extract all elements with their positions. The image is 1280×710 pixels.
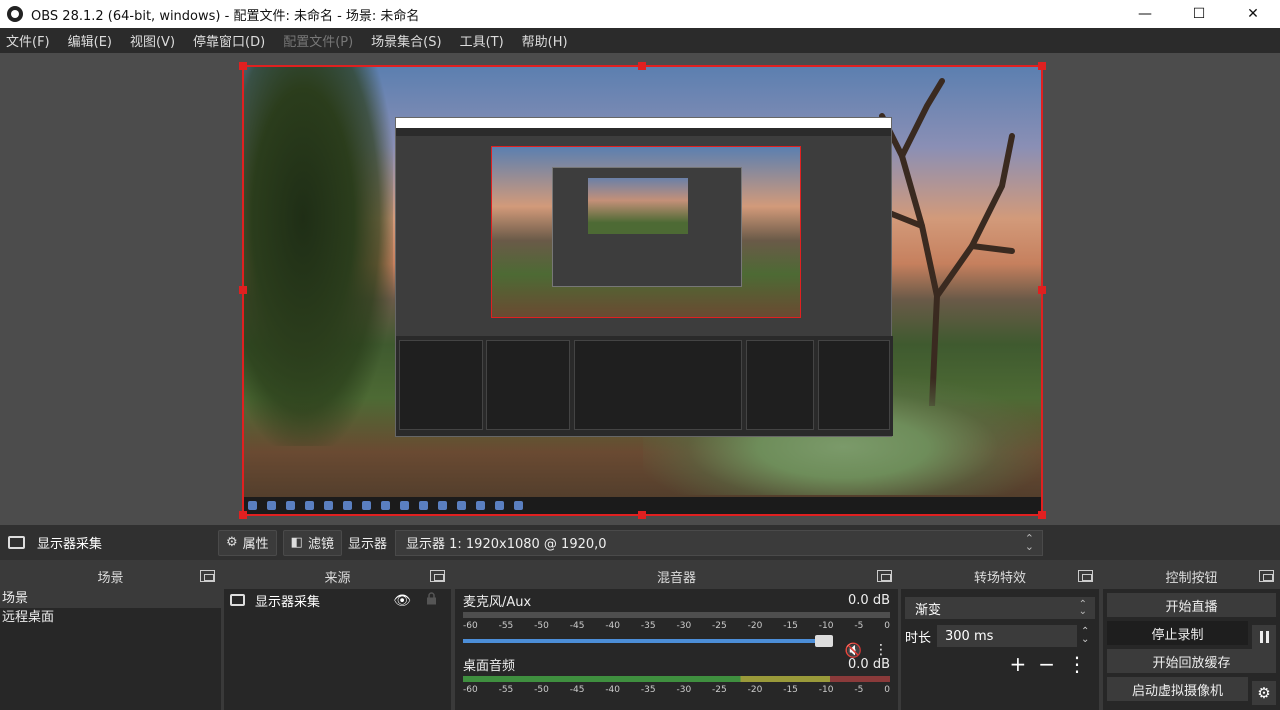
undock-icon[interactable] <box>200 570 215 582</box>
menu-bar: 文件(F) 编辑(E) 视图(V) 停靠窗口(D) 配置文件(P) 场景集合(S… <box>0 28 1280 53</box>
menu-tools[interactable]: 工具(T) <box>460 31 504 50</box>
volume-slider[interactable] <box>463 635 833 647</box>
start-virtualcam-button[interactable]: 启动虚拟摄像机 <box>1107 677 1248 701</box>
filter-icon: ◧ <box>290 535 303 550</box>
title-bar: OBS 28.1.2 (64-bit, windows) - 配置文件: 未命名… <box>0 0 1280 28</box>
scene-item[interactable]: 远程桌面 <box>0 608 221 627</box>
selected-source-label: 显示器采集 <box>37 537 103 552</box>
slider-knob[interactable] <box>815 635 833 647</box>
selection-border[interactable] <box>242 65 1043 516</box>
duration-input[interactable]: 300 ms <box>937 625 1078 647</box>
undock-icon[interactable] <box>877 570 892 582</box>
virtualcam-settings-gear-icon[interactable]: ⚙ <box>1252 681 1276 705</box>
channel-level: 0.0 dB <box>848 656 890 672</box>
controls-header: 控制按钮 <box>1165 570 1218 586</box>
maximize-button[interactable]: ☐ <box>1172 0 1226 28</box>
sources-dock: 来源 显示器采集 👁 <box>224 563 451 710</box>
resize-handle-bc[interactable] <box>638 511 646 519</box>
menu-profile: 配置文件(P) <box>283 35 354 50</box>
spin-arrows-icon: ⌃ ⌄ <box>1024 531 1034 553</box>
mixer-header: 混音器 <box>656 570 696 586</box>
display-select[interactable]: 显示器 1: 1920x1080 @ 1920,0 ⌃ ⌄ <box>395 529 1043 556</box>
source-toolbar: 显示器采集 ⚙ 属性 ◧ 滤镜 显示器 显示器 1: 1920x1080 @ 1… <box>0 525 1280 560</box>
channel-name: 麦克风/Aux <box>463 594 532 610</box>
remove-transition-button[interactable]: − <box>1038 653 1055 675</box>
start-replay-button[interactable]: 开始回放缓存 <box>1107 649 1276 673</box>
add-transition-button[interactable]: + <box>1009 653 1026 675</box>
level-meter <box>463 676 890 682</box>
resize-handle-tl[interactable] <box>239 62 247 70</box>
lock-icon[interactable] <box>426 592 437 605</box>
undock-icon[interactable] <box>1078 570 1093 582</box>
spin-arrows-icon: ⌃ ⌄ <box>1078 599 1087 617</box>
transition-more-button[interactable]: ⋮ <box>1067 653 1087 675</box>
duration-spinner[interactable]: ⌃ ⌄ <box>1081 627 1089 645</box>
resize-handle-br[interactable] <box>1038 511 1046 519</box>
scenes-dock: 场景 场景 远程桌面 <box>0 563 221 710</box>
menu-file[interactable]: 文件(F) <box>6 31 50 50</box>
start-stream-button[interactable]: 开始直播 <box>1107 593 1276 617</box>
monitor-icon <box>8 536 25 549</box>
monitor-icon <box>230 594 245 606</box>
transition-select[interactable]: 渐变 ⌃ ⌄ <box>905 597 1095 619</box>
menu-help[interactable]: 帮助(H) <box>522 31 568 50</box>
duration-label: 时长 <box>905 630 932 646</box>
filters-button[interactable]: ◧ 滤镜 <box>282 529 342 556</box>
transitions-dock: 转场特效 渐变 ⌃ ⌄ 时长 300 ms ⌃ ⌄ + − ⋮ <box>901 563 1099 710</box>
source-item[interactable]: 显示器采集 👁 <box>224 589 451 611</box>
resize-handle-tc[interactable] <box>638 62 646 70</box>
undock-icon[interactable] <box>1259 570 1274 582</box>
resize-handle-ml[interactable] <box>239 286 247 294</box>
controls-dock: 控制按钮 开始直播 停止录制 开始回放缓存 启动虚拟摄像机 ⚙ <box>1103 563 1280 710</box>
scenes-header: 场景 <box>97 570 124 586</box>
menu-scene-collection[interactable]: 场景集合(S) <box>371 31 441 50</box>
mixer-channel: 桌面音频 0.0 dB -60 -55 -50 -45 -40 -35 -30 -25 -20 -1… <box>455 653 898 697</box>
minimize-button[interactable]: — <box>1118 0 1172 28</box>
menu-docks[interactable]: 停靠窗口(D) <box>193 31 265 50</box>
meter-ticks: -60 -55 -50 -45 -40 -35 -30 -25 -20 -15 -10 -5 0 <box>463 621 890 631</box>
window-title: OBS 28.1.2 (64-bit, windows) - 配置文件: 未命名… <box>31 8 420 24</box>
undock-icon[interactable] <box>430 570 445 582</box>
pause-record-button[interactable] <box>1252 625 1276 649</box>
menu-view[interactable]: 视图(V) <box>130 31 175 50</box>
level-meter <box>463 612 890 618</box>
resize-handle-bl[interactable] <box>239 511 247 519</box>
close-button[interactable]: ✕ <box>1226 0 1280 28</box>
sources-header: 来源 <box>324 570 351 586</box>
meter-ticks: -60 -55 -50 -45 -40 -35 -30 -25 -20 -15 -10 -5 0 <box>463 685 890 695</box>
eye-icon[interactable]: 👁 <box>393 593 411 609</box>
gear-icon: ⚙ <box>226 535 238 550</box>
mixer-dock: 混音器 麦克风/Aux 0.0 dB -60 -55 -50 -45 -40 -35 -30-… <box>455 563 898 710</box>
resize-handle-tr[interactable] <box>1038 62 1046 70</box>
transitions-header: 转场特效 <box>973 570 1026 586</box>
channel-name: 桌面音频 <box>463 658 516 674</box>
properties-button[interactable]: ⚙ 属性 <box>218 529 277 556</box>
menu-edit[interactable]: 编辑(E) <box>68 31 112 50</box>
channel-level: 0.0 dB <box>848 592 890 608</box>
resize-handle-mr[interactable] <box>1038 286 1046 294</box>
obs-logo-icon <box>7 6 23 22</box>
mixer-channel: 麦克风/Aux 0.0 dB -60 -55 -50 -45 -40 -35 -30 -25 -2… <box>455 589 898 659</box>
scene-item[interactable]: 场景 <box>0 589 221 608</box>
display-label: 显示器 <box>347 537 387 552</box>
stop-record-button[interactable]: 停止录制 <box>1107 621 1248 645</box>
